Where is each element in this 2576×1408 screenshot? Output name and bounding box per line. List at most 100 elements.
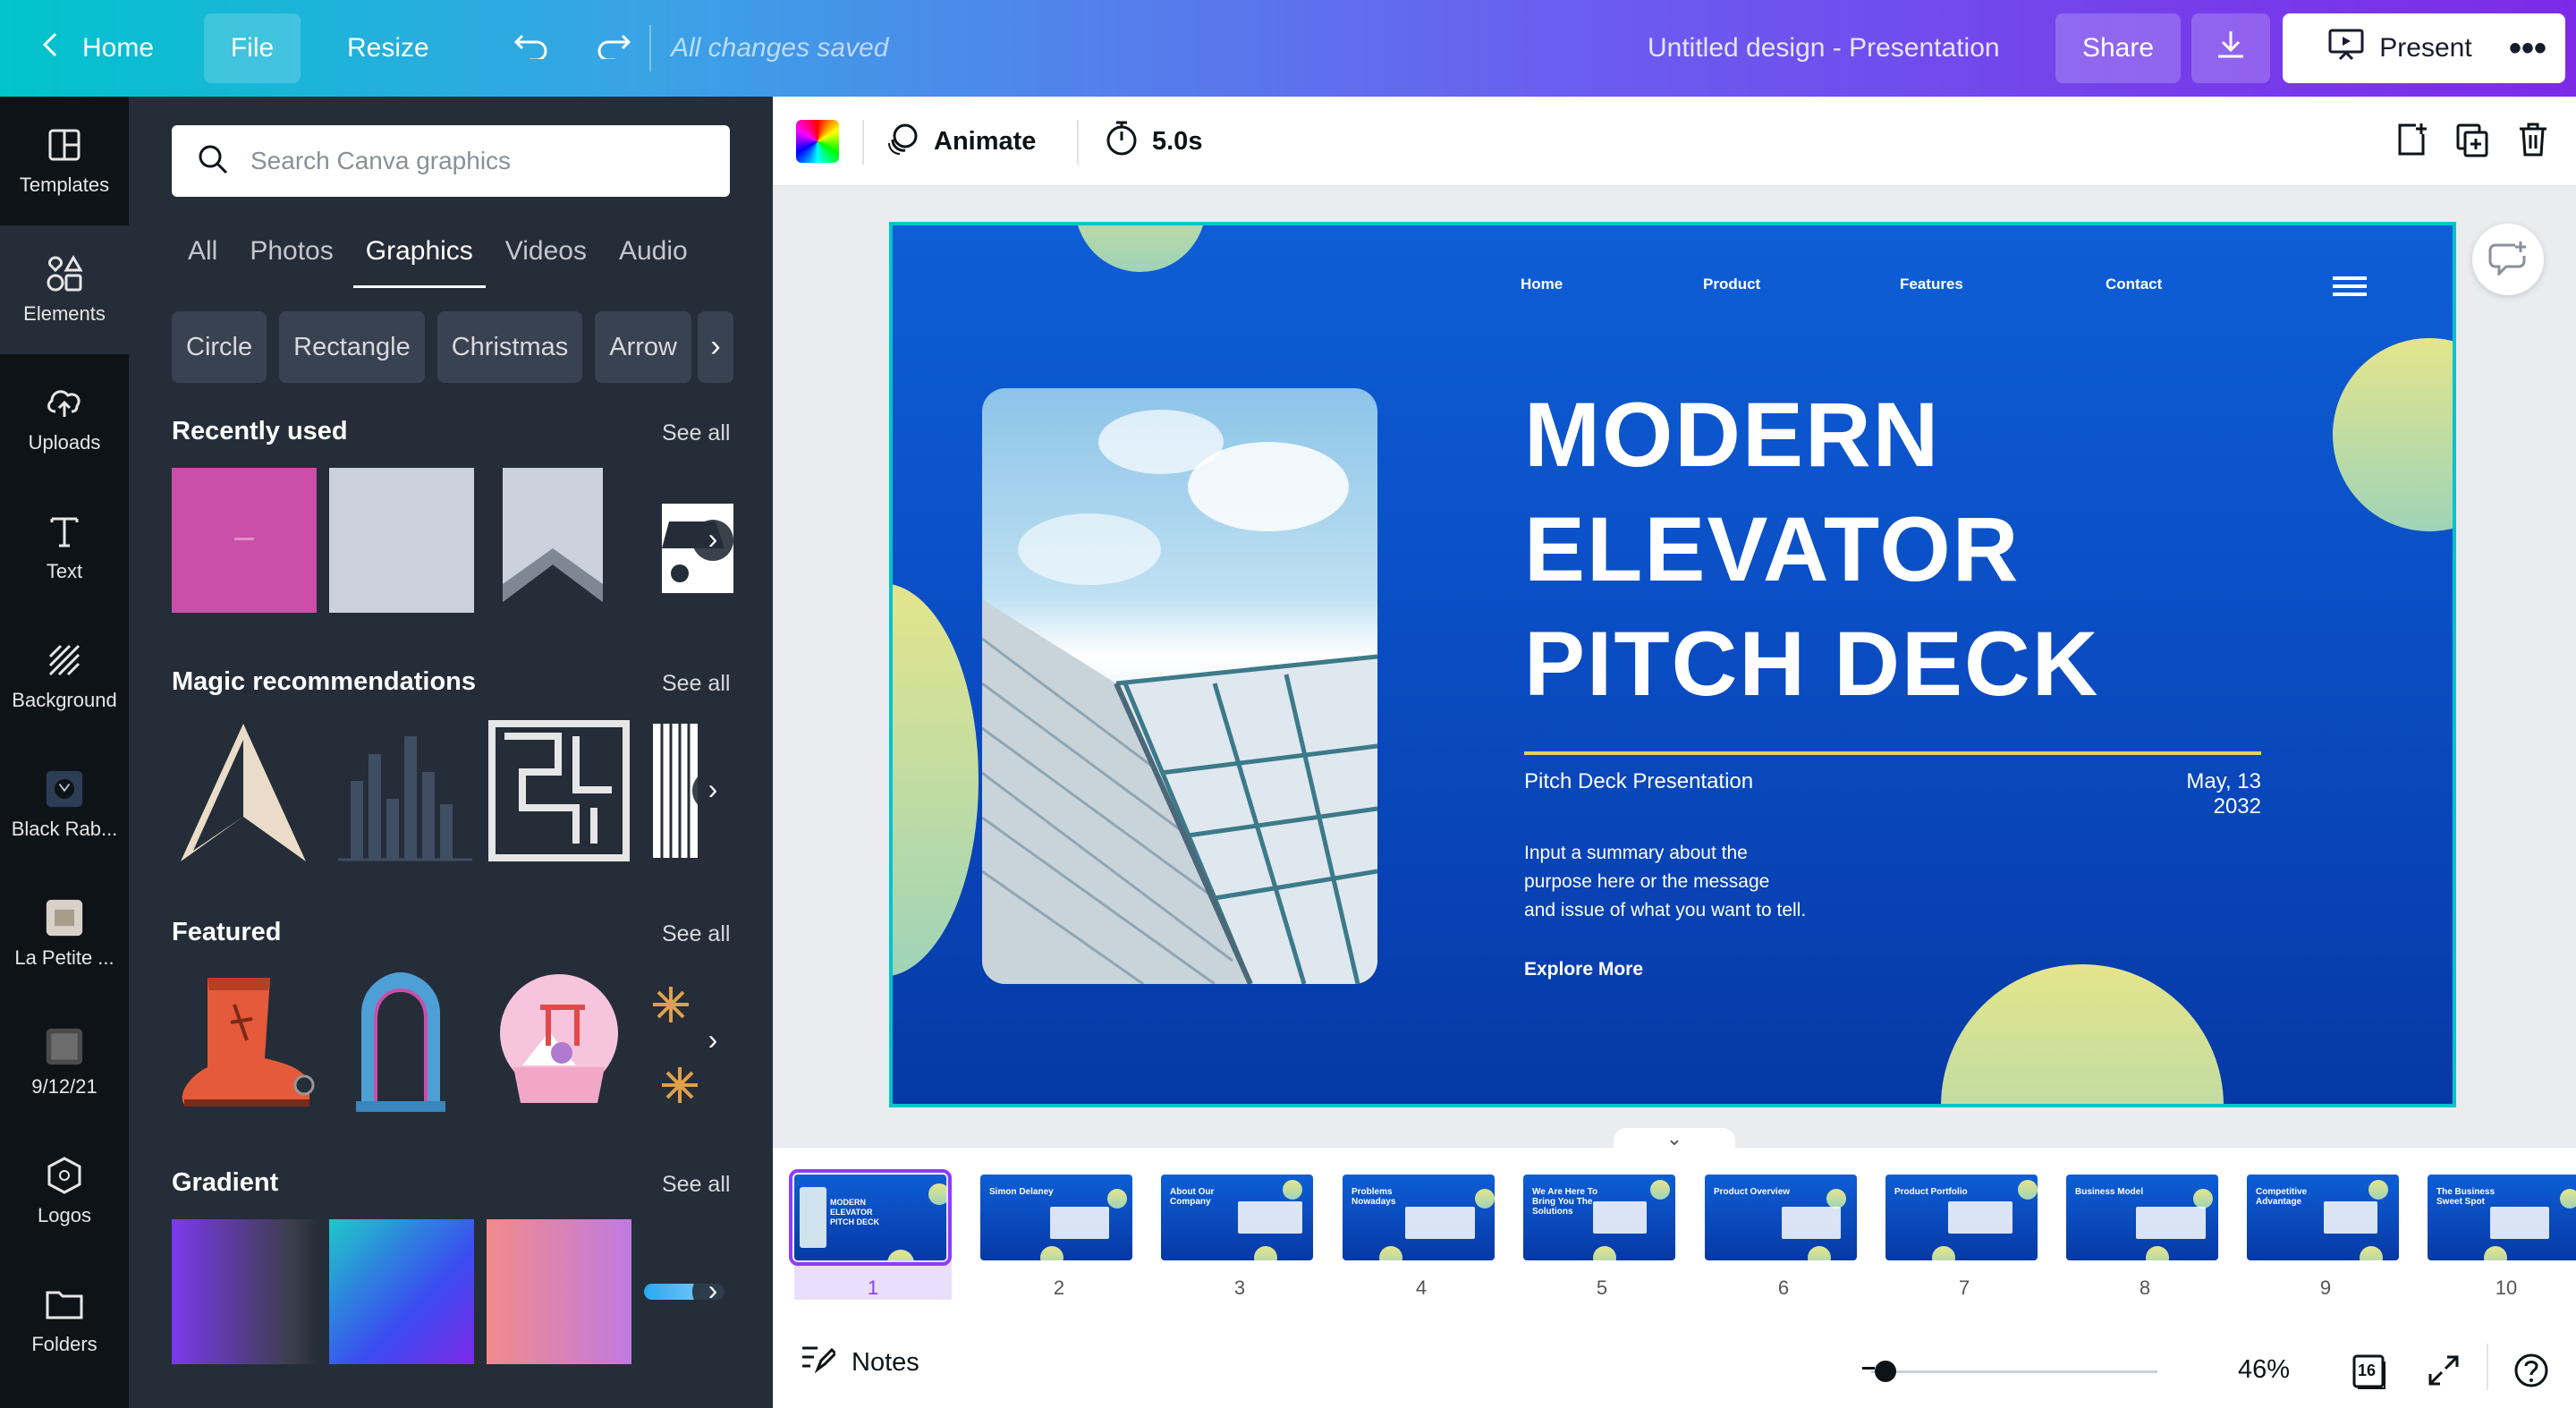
page-number: 6 — [1777, 1277, 1790, 1299]
panel-tabs: All Photos Graphics Videos Audio — [172, 229, 704, 292]
see-all-link[interactable]: See all — [662, 921, 730, 947]
notes-button[interactable]: Notes — [800, 1317, 919, 1408]
animate-button[interactable]: Animate — [886, 97, 1036, 186]
tab-all[interactable]: All — [172, 229, 233, 292]
sidebar-item-logos[interactable]: Logos — [0, 1127, 129, 1256]
thumbnail-title: Simon Delaney — [989, 1187, 1054, 1197]
tab-videos[interactable]: Videos — [489, 229, 603, 292]
resize-button[interactable]: Resize — [324, 13, 453, 83]
ornate-frame-graphic[interactable] — [329, 969, 474, 1114]
arrow-pointer-graphic[interactable] — [172, 718, 317, 863]
present-button[interactable]: Present — [2283, 13, 2517, 83]
see-all-link[interactable]: See all — [662, 420, 730, 446]
see-all-link[interactable]: See all — [662, 671, 730, 697]
add-page-button[interactable] — [2392, 122, 2431, 161]
tab-photos[interactable]: Photos — [233, 229, 349, 292]
slide-title[interactable]: MODERN ELEVATOR PITCH DECK — [1524, 377, 2329, 721]
download-button[interactable] — [2191, 13, 2270, 83]
pink-gradient-graphic[interactable] — [487, 1219, 631, 1364]
pink-square-graphic[interactable] — [172, 468, 317, 613]
floor-plan-graphic[interactable] — [487, 718, 631, 863]
snow-globe-graphic[interactable] — [487, 969, 631, 1114]
see-all-link[interactable]: See all — [662, 1172, 730, 1198]
row-next-button[interactable]: › — [692, 770, 733, 811]
row-next-button[interactable]: › — [692, 1271, 733, 1312]
page-thumbnail[interactable]: Simon Delaney 2 — [980, 1175, 1138, 1300]
tab-graphics[interactable]: Graphics — [350, 229, 489, 292]
search-box[interactable] — [172, 125, 730, 197]
thumbnail-image: Business Model — [2066, 1175, 2218, 1260]
background-color-button[interactable] — [796, 120, 839, 163]
sidebar-item-date-folder[interactable]: 9/12/21 — [0, 998, 129, 1127]
undo-button[interactable] — [490, 13, 572, 83]
bar-chart-graphic[interactable] — [329, 718, 474, 863]
collapse-strip-button[interactable]: ⌄ — [1614, 1128, 1735, 1149]
home-button[interactable]: Home — [18, 13, 177, 83]
search-input[interactable] — [250, 147, 680, 175]
more-options-button[interactable]: ••• — [2490, 13, 2565, 83]
page-thumbnail[interactable]: We Are Here To Bring You The Solutions 5 — [1523, 1175, 1681, 1300]
page-count-button[interactable]: 16 — [2349, 1353, 2388, 1392]
toolbar-divider — [1077, 120, 1079, 165]
zoom-level[interactable]: 46% — [2238, 1317, 2290, 1408]
delete-page-button[interactable] — [2513, 122, 2553, 161]
sidebar-label: Background — [12, 689, 117, 711]
page-thumbnail[interactable]: Problems Nowadays 4 — [1343, 1175, 1500, 1300]
sidebar-item-text[interactable]: Text — [0, 483, 129, 612]
row-next-button[interactable]: › — [692, 520, 733, 561]
zoom-slider-handle[interactable] — [1875, 1361, 1896, 1382]
notes-icon — [800, 1343, 838, 1382]
sidebar-item-background[interactable]: Background — [0, 612, 129, 741]
gray-square-graphic[interactable] — [329, 468, 474, 613]
sidebar-item-templates[interactable]: Templates — [0, 97, 129, 225]
tab-audio[interactable]: Audio — [603, 229, 704, 292]
help-icon — [2513, 1353, 2549, 1393]
zoom-slider[interactable] — [1871, 1370, 2157, 1373]
purple-gradient-graphic[interactable] — [172, 1219, 317, 1364]
sidebar-item-uploads[interactable]: Uploads — [0, 354, 129, 483]
chip-christmas[interactable]: Christmas — [436, 311, 583, 383]
slide-subtitle[interactable]: Pitch Deck Presentation — [1524, 769, 1753, 794]
page-thumbnail[interactable]: Product Portfolio 7 — [1885, 1175, 2043, 1300]
duplicate-page-button[interactable] — [2453, 122, 2492, 161]
sidebar-item-la-petite[interactable]: La Petite ... — [0, 869, 129, 998]
fullscreen-button[interactable] — [2424, 1353, 2463, 1392]
redo-button[interactable] — [572, 13, 655, 83]
page-thumbnail[interactable]: Business Model 8 — [2066, 1175, 2224, 1300]
sidebar-item-elements[interactable]: Elements — [0, 225, 129, 354]
slide-cta[interactable]: Explore More — [1524, 959, 1643, 980]
share-button[interactable]: Share — [2055, 13, 2181, 83]
chip-rectangle[interactable]: Rectangle — [279, 311, 425, 383]
upload-cloud-icon — [45, 383, 84, 422]
save-status: All changes saved — [671, 33, 889, 63]
help-button[interactable] — [2512, 1353, 2551, 1392]
duration-button[interactable]: 5.0s — [1104, 97, 1202, 186]
sidebar-item-black-rabbit[interactable]: Black Rab... — [0, 741, 129, 869]
zoom-out-icon[interactable] — [1862, 1367, 1875, 1370]
page-thumbnail[interactable]: Product Overview 6 — [1705, 1175, 1862, 1300]
page-thumbnail[interactable]: About Our Company 3 — [1161, 1175, 1318, 1300]
page-thumbnail[interactable]: MODERN ELEVATOR PITCH DECK 1 — [789, 1169, 952, 1300]
cowboy-boot-graphic[interactable] — [172, 969, 317, 1114]
page-number: 4 — [1415, 1277, 1428, 1299]
slide-description[interactable]: Input a summary about the purpose here o… — [1524, 839, 1846, 925]
animate-label: Animate — [934, 126, 1037, 156]
slide-canvas[interactable]: Home Product Features Contact MODERN ELE… — [889, 222, 2456, 1107]
building-photo[interactable] — [982, 388, 1377, 984]
page-thumbnail[interactable]: Competitive Advantage 9 — [2247, 1175, 2404, 1300]
chips-next-button[interactable]: › — [698, 311, 733, 383]
chip-circle[interactable]: Circle — [172, 311, 267, 383]
add-comment-button[interactable] — [2472, 224, 2544, 295]
thumbnail-image: Product Portfolio — [1885, 1175, 2038, 1260]
ribbon-banner-graphic[interactable] — [487, 468, 631, 613]
row-next-button[interactable]: › — [692, 1021, 733, 1062]
decor-circle-right — [2333, 338, 2453, 531]
chip-arrow[interactable]: Arrow — [595, 311, 691, 383]
file-menu-button[interactable]: File — [204, 13, 301, 83]
slide-date[interactable]: May, 13 2032 — [2141, 769, 2261, 819]
document-title[interactable]: Untitled design - Presentation — [1648, 0, 2000, 97]
teal-gradient-graphic[interactable] — [329, 1219, 474, 1364]
sidebar-item-folders[interactable]: Folders — [0, 1256, 129, 1385]
page-number: 2 — [1053, 1277, 1065, 1299]
page-thumbnail[interactable]: The Business Sweet Spot 10 — [2428, 1175, 2576, 1300]
